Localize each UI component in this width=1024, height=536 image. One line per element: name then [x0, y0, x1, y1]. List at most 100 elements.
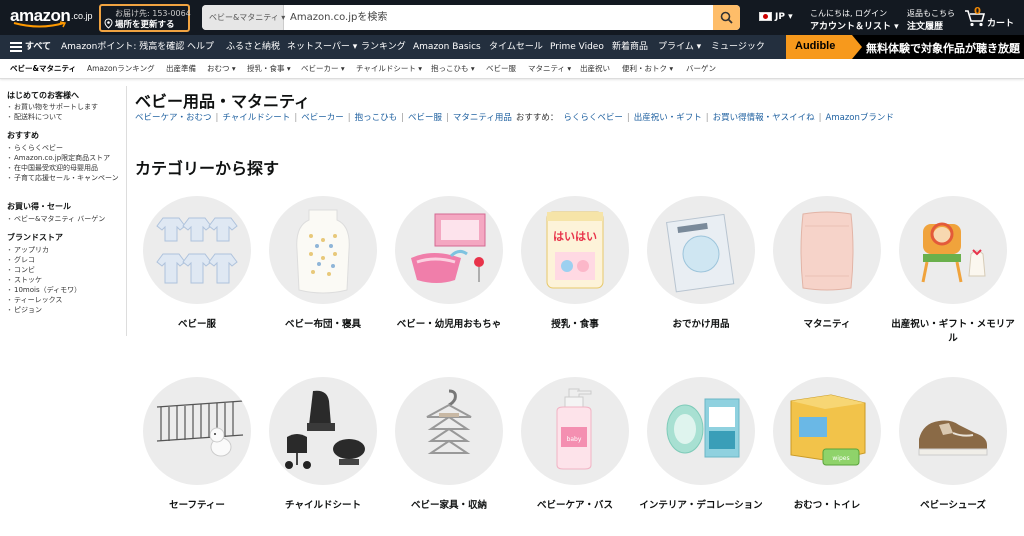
subnav-item-ranking[interactable]: Amazonランキング: [87, 59, 155, 79]
sidebar-link-pigeon[interactable]: ピジョン: [6, 305, 42, 315]
japan-flag-icon[interactable]: [759, 12, 772, 21]
link-childseat[interactable]: チャイルドシート: [222, 113, 290, 123]
svg-text:はいはい: はいはい: [553, 230, 597, 243]
sidebar-link-shipping[interactable]: 配送料について: [6, 112, 63, 122]
subnav-item-deals[interactable]: 便利・おトク ▾: [622, 59, 673, 79]
category-label: 授乳・食事: [551, 319, 599, 330]
nav-item-prime-video[interactable]: Prime Video: [550, 35, 604, 59]
deliver-to-button[interactable]: お届け先: 153-0064 場所を更新する: [99, 4, 191, 32]
category-label: おむつ・トイレ: [793, 500, 861, 511]
subnav-item-carrier[interactable]: 抱っこひも ▾: [431, 59, 475, 79]
link-amazon-brand[interactable]: Amazonブランド: [826, 113, 894, 123]
search-category-select[interactable]: ベビー&マタニティ ▾: [202, 5, 285, 30]
category-baby-clothes[interactable]: ベビー服: [134, 196, 260, 348]
category-childseat[interactable]: チャイルドシート: [260, 377, 386, 529]
cart-label: カート: [987, 19, 1015, 29]
hamburger-icon: [10, 41, 22, 52]
subnav-item-stroller[interactable]: ベビーカー ▾: [301, 59, 345, 79]
category-gift[interactable]: 出産祝い・ギフト・メモリアル: [890, 196, 1016, 348]
subnav-item-baby-clothes[interactable]: ベビー服: [486, 59, 516, 79]
nav-item-furusato[interactable]: ふるさと納税: [226, 35, 280, 59]
baby-clothes-icon: [143, 196, 251, 304]
search-input[interactable]: [286, 5, 714, 30]
sidebar-link-10mois[interactable]: 10mois（ディモワ）: [6, 285, 81, 295]
category-label: ベビーシューズ: [920, 500, 986, 511]
sidebar-link-aprica[interactable]: アップリカ: [6, 245, 49, 255]
sidebar-link-stokke[interactable]: ストッケ: [6, 275, 42, 285]
sidebar-heading-first-time: はじめてのお客様へ: [7, 91, 79, 100]
subnav-item-feeding[interactable]: 授乳・食事 ▾: [247, 59, 291, 79]
safety-gate-icon: [143, 377, 251, 485]
category-label: ベビー家具・収納: [410, 500, 487, 511]
svg-text:wipes: wipes: [832, 455, 849, 462]
nav-item-music[interactable]: ミュージック: [711, 35, 765, 59]
nav-item-basics[interactable]: Amazon Basics: [413, 35, 481, 59]
location-pin-icon: [104, 18, 113, 29]
subnav-item-baby-maternity[interactable]: ベビー&マタニティ: [10, 59, 76, 79]
category-subnav: ベビー&マタニティ Amazonランキング 出産準備 おむつ ▾ 授乳・食事 ▾…: [0, 59, 1024, 79]
nav-item-ranking[interactable]: ランキング: [361, 35, 406, 59]
category-baby-shoes[interactable]: ベビーシューズ: [890, 377, 1016, 529]
link-rakuraku[interactable]: らくらくベビー: [563, 113, 623, 123]
nav-item-netsuper[interactable]: ネットスーパー ▾: [287, 35, 357, 59]
sidebar-link-limited-store[interactable]: Amazon.co.jp限定商品ストア: [6, 153, 110, 163]
category-label: チャイルドシート: [285, 500, 361, 511]
category-furniture[interactable]: ベビー家具・収納: [386, 377, 512, 529]
svg-text:baby: baby: [567, 436, 582, 443]
language-selector[interactable]: JP ▾: [775, 12, 793, 22]
logo-smile-icon: [13, 21, 67, 28]
sidebar-link-rakuraku[interactable]: らくらくベビー: [6, 143, 63, 153]
account-menu[interactable]: こんにちは, ログイン アカウント＆リスト ▾: [810, 8, 899, 32]
nav-item-timesale[interactable]: タイムセール: [489, 35, 543, 59]
all-menu-button[interactable]: すべて: [10, 35, 51, 59]
category-maternity[interactable]: マタニティ: [764, 196, 890, 348]
category-baby-toys[interactable]: ベビー・幼児用おもちゃ: [386, 196, 512, 348]
sidebar-link-sale-campaign[interactable]: 子育て応援セール・キャンペーン: [6, 173, 119, 183]
link-yasuiine[interactable]: お買い得情報・ヤスイイね: [713, 113, 815, 123]
nav-item-points[interactable]: Amazonポイント: 残高を確認: [61, 35, 184, 59]
sidebar-link-bargain[interactable]: ベビー&マタニティ バーゲン: [6, 214, 105, 224]
subnav-item-diapers[interactable]: おむつ ▾: [207, 59, 236, 79]
audible-promo-banner[interactable]: Audible 無料体験で対象作品が聴き放題: [786, 35, 1024, 59]
car-seat-icon: [269, 377, 377, 485]
link-babycare-diapers[interactable]: ベビーケア・おむつ: [135, 113, 212, 123]
link-gift[interactable]: 出産祝い・ギフト: [634, 113, 702, 123]
category-interior[interactable]: インテリア・デコレーション: [638, 377, 764, 529]
link-maternity-goods[interactable]: マタニティ用品: [453, 113, 512, 123]
subnav-item-gift[interactable]: 出産祝い: [580, 59, 610, 79]
link-stroller[interactable]: ベビーカー: [301, 113, 344, 123]
sidebar-link-graco[interactable]: グレコ: [6, 255, 35, 265]
sidebar-heading-recommend: おすすめ: [7, 131, 39, 140]
orders-link[interactable]: 返品もこちら 注文履歴: [907, 8, 955, 32]
cart-button[interactable]: 0 カート: [964, 6, 1020, 31]
left-sidebar: はじめてのお客様へ お買い物をサポートします 配送料について おすすめ らくらく…: [0, 86, 127, 336]
category-diapers-toilet[interactable]: wipes おむつ・トイレ: [764, 377, 890, 529]
sidebar-link-china-popular[interactable]: 在中国最受欢迎的母婴用品: [6, 163, 98, 173]
link-carrier[interactable]: 抱っこひも: [355, 113, 398, 123]
nav-item-new[interactable]: 新着商品: [612, 35, 648, 59]
subnav-item-bargain[interactable]: バーゲン: [686, 59, 716, 79]
nav-item-help[interactable]: ヘルプ: [187, 35, 214, 59]
sidebar-link-combi[interactable]: コンビ: [6, 265, 35, 275]
subnav-item-birth-prep[interactable]: 出産準備: [166, 59, 196, 79]
link-baby-clothes[interactable]: ベビー服: [408, 113, 442, 123]
top-header: amazon .co.jp お届け先: 153-0064 場所を更新する ベビー…: [0, 0, 1024, 35]
amazon-logo[interactable]: amazon .co.jp: [10, 4, 94, 30]
sleeping-bag-icon: [269, 196, 377, 304]
sidebar-link-tlex[interactable]: ティーレックス: [6, 295, 62, 305]
hangers-icon: [395, 377, 503, 485]
category-babycare-bath[interactable]: baby ベビーケア・バス: [512, 377, 638, 529]
category-outing[interactable]: おでかけ用品: [638, 196, 764, 348]
category-label: ベビー・幼児用おもちゃ: [396, 319, 502, 330]
nav-item-prime[interactable]: プライム ▾: [658, 35, 701, 59]
subnav-item-maternity[interactable]: マタニティ ▾: [528, 59, 571, 79]
sidebar-link-support[interactable]: お買い物をサポートします: [6, 102, 98, 112]
subnav-item-childseat[interactable]: チャイルドシート ▾: [356, 59, 422, 79]
category-feeding[interactable]: はいはい 授乳・食事: [512, 196, 638, 348]
search-button[interactable]: [713, 5, 740, 30]
category-safety[interactable]: セーフティー: [134, 377, 260, 529]
toy-icon: [395, 196, 503, 304]
gift-chair-icon: [899, 196, 1007, 304]
category-label: ベビーケア・バス: [536, 500, 613, 511]
category-baby-bedding[interactable]: ベビー布団・寝具: [260, 196, 386, 348]
